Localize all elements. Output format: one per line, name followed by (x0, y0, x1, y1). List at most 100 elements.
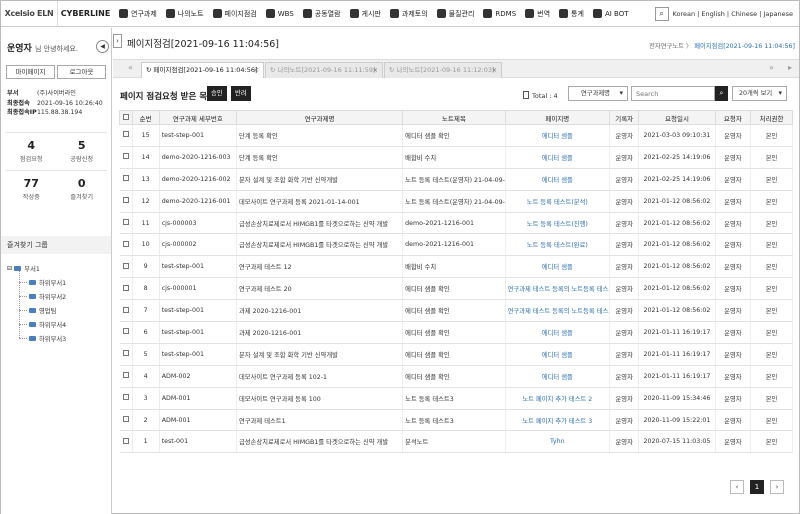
row-select-cell[interactable] (119, 409, 133, 432)
table-cell[interactable]: 노트 등록 테스트(진행) (505, 212, 611, 235)
notification-icon[interactable]: ◀ (96, 40, 109, 53)
collapse-icon[interactable]: ⊟ (7, 265, 12, 272)
reject-button[interactable]: 반려 (231, 86, 251, 101)
table-row[interactable]: 5 test-step-001 분자 설계 및 조합 화학 기반 신약개발 에디터 샘… (119, 343, 793, 366)
menu-item-3[interactable]: WBS (265, 9, 294, 18)
menu-item-0[interactable]: 연구과제 (119, 9, 157, 19)
row-checkbox[interactable] (122, 262, 129, 269)
row-checkbox[interactable] (122, 416, 129, 423)
table-cell[interactable]: 에디터 샘플 (505, 124, 611, 147)
sidebar-toggle-button[interactable]: › (113, 34, 122, 48)
logout-button[interactable]: 로그아웃 (57, 65, 106, 79)
menu-item-7[interactable]: 물질관리 (436, 9, 474, 19)
table-cell[interactable]: 에디터 샘플 (505, 365, 611, 388)
select-all-checkbox[interactable] (122, 113, 129, 120)
menu-item-6[interactable]: 과제토의 (389, 9, 428, 19)
row-select-cell[interactable] (119, 387, 133, 410)
breadcrumb-parent[interactable]: 전자연구노트 (649, 43, 684, 50)
table-row[interactable]: 9 test-step-001 연구과제 테스트 12 배합비 수치 에디터 샘플 운영자… (119, 255, 793, 279)
cyberline-logo[interactable]: CYBERLINE (57, 0, 113, 27)
menu-item-1[interactable]: 나의노트 (165, 9, 204, 19)
tree-node[interactable]: 하위부서3 (7, 331, 66, 345)
menu-item-11[interactable]: AI BOT (592, 9, 628, 18)
row-checkbox[interactable] (122, 306, 129, 313)
row-checkbox[interactable] (122, 153, 129, 160)
search-submit-icon[interactable]: ⌕ (715, 86, 728, 101)
menu-item-4[interactable]: 공동열람 (302, 9, 341, 19)
menu-item-5[interactable]: 게시판 (349, 9, 381, 19)
row-select-cell[interactable] (119, 190, 133, 213)
row-checkbox[interactable] (122, 350, 129, 357)
tab-menu-icon[interactable]: ▸ (788, 63, 792, 72)
tab-close-icon[interactable]: × (373, 63, 378, 78)
stat-item[interactable]: 5 공람신청 (57, 133, 108, 170)
table-row[interactable]: 14 demo-2020-1216-003 단계 등록 확인 배합비 수치 에디터 샘플… (119, 146, 793, 169)
row-select-cell[interactable] (119, 430, 133, 454)
row-checkbox[interactable] (122, 197, 129, 204)
pager-page-1[interactable]: 1 (750, 480, 764, 494)
tab-page-check[interactable]: ↻ 페이지점검[2021-09-16 11:04:56] × (141, 62, 264, 78)
row-select-cell[interactable] (119, 168, 133, 191)
tree-node[interactable]: 하위부서1 (7, 275, 66, 289)
column-header[interactable]: 요청일시 (638, 110, 716, 125)
column-header[interactable]: 노트제목 (402, 110, 506, 125)
column-header[interactable]: 기록자 (609, 110, 640, 125)
tree-node[interactable]: 하위부서2 (7, 289, 66, 303)
table-row[interactable]: 2 ADM-001 연구과제 테스트1 노트 등록 테스트3 노트 페이지 추가 테스트… (119, 409, 793, 432)
table-row[interactable]: 6 test-step-001 과제 2020-1216-001 에디터 샘플 확인 에… (119, 321, 793, 344)
eln-logo[interactable]: Xcelsio ELN (1, 9, 57, 18)
mypage-button[interactable]: 마이페이지 (6, 65, 55, 79)
row-select-cell[interactable] (119, 299, 133, 323)
table-cell[interactable]: 노트 등록 테스트(완료) (505, 233, 611, 257)
stat-item[interactable]: 4 점검요청 (6, 133, 57, 170)
language-switcher[interactable]: Korean | English | Chinese | Japanese (673, 10, 793, 18)
search-icon[interactable]: ⌕ (654, 7, 669, 21)
row-select-cell[interactable] (119, 277, 133, 301)
row-checkbox[interactable] (122, 219, 129, 225)
table-row[interactable]: 15 test-step-001 단계 등록 확인 에디터 샘플 확인 에디터 샘플 운영… (119, 124, 793, 147)
table-row[interactable]: 7 test-step-001 과제 2020-1216-001 에디터 샘플 확인 연… (119, 299, 793, 323)
table-cell[interactable]: 에디터 샘플 (505, 255, 611, 279)
row-checkbox[interactable] (122, 240, 129, 247)
page-size-select[interactable]: 20개씩 보기 (732, 86, 787, 101)
table-cell[interactable]: Tyhn (505, 430, 611, 454)
table-cell[interactable]: 노트 등록 테스트(분석) (505, 190, 611, 213)
table-row[interactable]: 3 ADM-001 데모사이트 연구과제 등록 100 노트 등록 테스트3 노트 페이… (119, 387, 793, 410)
tab-scroll-right-icon[interactable]: » (769, 63, 774, 72)
table-row[interactable]: 4 ADM-002 데모사이트 연구과제 등록 102-1 에디터 샘플 확인 에디터 … (119, 365, 793, 388)
row-checkbox[interactable] (122, 437, 129, 444)
column-header[interactable]: 연구과제 세부번호 (158, 110, 238, 125)
column-header[interactable]: 순번 (131, 110, 160, 125)
column-header[interactable]: 처리권한 (750, 110, 793, 125)
table-cell[interactable]: 연구과제 테스트 등록의 노트등록 테스트 (505, 277, 611, 301)
row-checkbox[interactable] (122, 131, 129, 138)
tab-my-note-2[interactable]: ↻ 나의노트[2021-09-16 11:12:03] × (384, 62, 502, 78)
column-header[interactable]: 연구과제명 (236, 110, 404, 125)
row-select-cell[interactable] (119, 212, 133, 235)
menu-item-2[interactable]: 페이지점검 (212, 9, 257, 19)
table-row[interactable]: 10 cjs-000002 급성손상치료제로서 HIMGB1를 타겟으로하는 신약 … (119, 233, 793, 257)
tab-scroll-left-icon[interactable]: « (128, 63, 133, 72)
table-cell[interactable]: 노트 페이지 추가 테스트 3 (505, 409, 611, 432)
menu-item-8[interactable]: RDMS (483, 9, 516, 18)
row-checkbox[interactable] (122, 372, 129, 379)
tab-close-icon[interactable]: × (492, 63, 497, 78)
column-header[interactable]: 요청자 (714, 110, 752, 125)
tab-my-note-1[interactable]: ↻ 나의노트[2021-09-16 11:11:59] × (265, 62, 383, 78)
table-cell[interactable]: 연구과제 테스트 등록의 노트등록 테스트 (505, 299, 611, 323)
filter-select[interactable]: 연구과제명 (568, 86, 628, 101)
tab-refresh-icon[interactable]: ↻ (146, 66, 151, 74)
row-select-cell[interactable] (119, 233, 133, 257)
row-select-cell[interactable] (119, 146, 133, 169)
tab-refresh-icon[interactable]: ↻ (270, 66, 275, 74)
stat-item[interactable]: 77 작성중 (6, 171, 57, 208)
table-cell[interactable]: 노트 페이지 추가 테스트 2 (505, 387, 611, 410)
row-select-cell[interactable] (119, 321, 133, 344)
tree-node[interactable]: 영업팀 (7, 303, 66, 317)
table-row[interactable]: 12 demo-2020-1216-001 데모사이트 연구과제 등록 2021-0… (119, 190, 793, 213)
row-checkbox[interactable] (122, 328, 129, 335)
approve-button[interactable]: 승인 (207, 86, 227, 101)
select-all-cell[interactable] (119, 110, 133, 125)
tree-root[interactable]: ⊟ 부서1 (7, 261, 66, 275)
row-select-cell[interactable] (119, 365, 133, 388)
